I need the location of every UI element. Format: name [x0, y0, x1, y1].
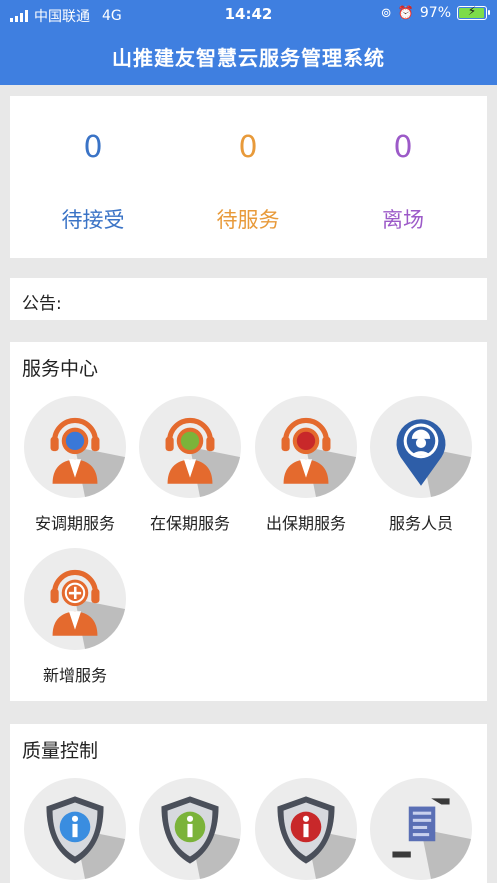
charging-icon: ⚡ — [467, 4, 477, 18]
section-title: 质量控制 — [22, 740, 99, 762]
engineer-pin-icon — [370, 396, 472, 498]
task-stats-card: 0 待接受 0 待服务 0 离场 — [10, 96, 487, 258]
operator-green-icon — [139, 396, 241, 498]
stat-label: 待服务 — [216, 208, 280, 232]
app-header: 中国联通 4G 14:42 ⊚ ⏰ 97% ⚡ 山推建友智慧云服务管理系统 — [0, 0, 497, 85]
quality-item-1[interactable] — [16, 778, 134, 880]
quality-control-section: 质量控制 — [10, 724, 487, 883]
orientation-lock-icon: ⊚ — [380, 5, 392, 21]
alarm-icon: ⏰ — [397, 5, 414, 21]
service-item-label: 服务人员 — [388, 514, 453, 533]
shield-blue-info-icon — [24, 778, 126, 880]
document-hands-icon — [370, 778, 472, 880]
operator-add-icon — [24, 548, 126, 650]
status-bar: 中国联通 4G 14:42 ⊚ ⏰ 97% ⚡ — [0, 0, 497, 28]
service-item-add[interactable]: 新增服务 — [16, 548, 134, 686]
quality-item-3[interactable] — [247, 778, 365, 880]
stat-value: 0 — [238, 130, 258, 165]
notice-label: 公告: — [22, 294, 62, 314]
service-item-out-of-warranty[interactable]: 出保期服务 — [247, 396, 365, 534]
service-item-staff[interactable]: 服务人员 — [362, 396, 480, 534]
operator-blue-icon — [24, 396, 126, 498]
stat-left-site[interactable]: 0 离场 — [333, 96, 473, 258]
stat-label: 离场 — [382, 208, 424, 232]
stat-label: 待接受 — [61, 208, 125, 232]
quality-item-4[interactable] — [362, 778, 480, 880]
stat-pending-accept[interactable]: 0 待接受 — [23, 96, 163, 258]
service-item-label: 新增服务 — [42, 666, 107, 685]
stat-pending-service[interactable]: 0 待服务 — [178, 96, 318, 258]
battery-icon: ⚡ — [457, 4, 490, 20]
section-title: 服务中心 — [22, 358, 99, 380]
battery-percent: 97% — [419, 5, 451, 21]
service-center-section: 服务中心 安调期服务 在保期服务 出保期服务 服务人员 新增服务 — [10, 342, 487, 701]
page-title: 山推建友智慧云服务管理系统 — [112, 46, 385, 70]
stat-value: 0 — [83, 130, 103, 165]
service-item-label: 出保期服务 — [265, 514, 346, 533]
service-item-installation[interactable]: 安调期服务 — [16, 396, 134, 534]
shield-red-info-icon — [255, 778, 357, 880]
notice-bar[interactable]: 公告: — [10, 278, 487, 320]
service-item-label: 在保期服务 — [149, 514, 230, 533]
stat-value: 0 — [393, 130, 413, 165]
shield-green-info-icon — [139, 778, 241, 880]
operator-red-icon — [255, 396, 357, 498]
service-item-warranty[interactable]: 在保期服务 — [131, 396, 249, 534]
quality-item-2[interactable] — [131, 778, 249, 880]
service-item-label: 安调期服务 — [34, 514, 115, 533]
